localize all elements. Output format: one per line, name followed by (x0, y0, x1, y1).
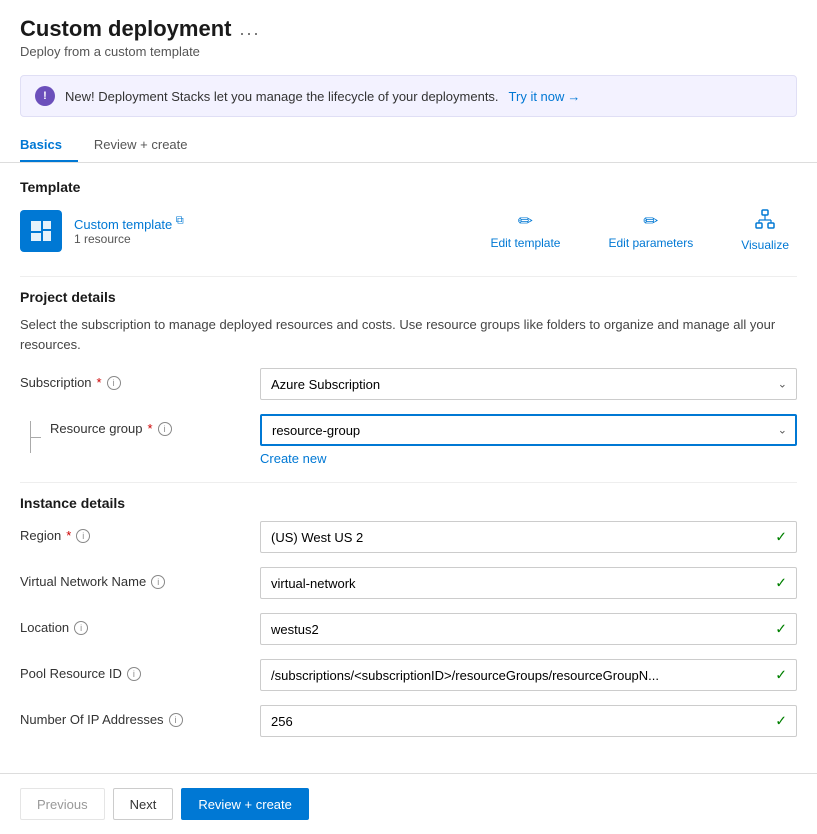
instance-details-title: Instance details (20, 495, 797, 511)
virtual-network-select[interactable]: virtual-network (260, 567, 797, 599)
subscription-info-icon[interactable]: i (107, 376, 121, 390)
resource-group-select-wrapper: resource-group ⌄ (260, 414, 797, 446)
location-label: Location (20, 620, 69, 635)
region-required: * (66, 528, 71, 543)
region-label: Region (20, 528, 61, 543)
pool-resource-id-row: Pool Resource ID i /subscriptions/<subsc… (20, 659, 797, 691)
page-subtitle: Deploy from a custom template (20, 44, 797, 59)
previous-button[interactable]: Previous (20, 788, 105, 820)
virtual-network-checkmark-icon: ✓ (775, 575, 787, 592)
ip-addresses-label: Number Of IP Addresses (20, 712, 164, 727)
template-actions: ✏ Edit template ✏ Edit parameters (482, 205, 797, 256)
divider-2 (20, 482, 797, 483)
ip-addresses-info-icon[interactable]: i (169, 713, 183, 727)
divider-1 (20, 276, 797, 277)
project-details-section: Project details Select the subscription … (20, 289, 797, 466)
region-select[interactable]: (US) West US 2 (260, 521, 797, 553)
page-container: Custom deployment ... Deploy from a cust… (0, 0, 817, 834)
resource-count: 1 resource (74, 232, 184, 246)
resource-group-required: * (148, 421, 153, 436)
subscription-select[interactable]: Azure Subscription (260, 368, 797, 400)
virtual-network-info-icon[interactable]: i (151, 575, 165, 589)
page-title: Custom deployment (20, 16, 231, 42)
resource-group-row: Resource group * i resource-group ⌄ Crea… (20, 414, 797, 466)
edit-template-icon: ✏ (518, 211, 533, 232)
ip-addresses-select-wrapper: 256 ✓ (260, 705, 797, 737)
tab-review-create[interactable]: Review + create (94, 129, 204, 162)
page-ellipsis[interactable]: ... (239, 19, 260, 40)
header-title-row: Custom deployment ... (20, 16, 797, 42)
ip-addresses-control-col: 256 ✓ (260, 705, 797, 737)
virtual-network-label: Virtual Network Name (20, 574, 146, 589)
notif-icon: ! (35, 86, 55, 106)
edit-template-button[interactable]: ✏ Edit template (482, 207, 568, 254)
project-description: Select the subscription to manage deploy… (20, 315, 797, 354)
resource-group-label-col: Resource group * i (20, 414, 260, 453)
instance-details-section: Instance details Region * i (US) West US… (20, 495, 797, 737)
next-button[interactable]: Next (113, 788, 174, 820)
virtual-network-row: Virtual Network Name i virtual-network ✓ (20, 567, 797, 599)
notification-bar: ! New! Deployment Stacks let you manage … (20, 75, 797, 117)
ip-addresses-checkmark-icon: ✓ (775, 713, 787, 730)
resource-group-select[interactable]: resource-group (260, 414, 797, 446)
pool-resource-id-label-col: Pool Resource ID i (20, 659, 260, 681)
subscription-required: * (97, 375, 102, 390)
template-info: Custom template ⧉ 1 resource (20, 210, 184, 252)
project-details-title: Project details (20, 289, 797, 305)
visualize-icon (755, 209, 775, 234)
external-link-icon: ⧉ (176, 215, 184, 227)
ip-addresses-select[interactable]: 256 (260, 705, 797, 737)
ip-addresses-row: Number Of IP Addresses i 256 ✓ (20, 705, 797, 737)
tab-basics[interactable]: Basics (20, 129, 78, 162)
region-checkmark-icon: ✓ (775, 529, 787, 546)
subscription-label: Subscription (20, 375, 92, 390)
template-icon (20, 210, 62, 252)
header: Custom deployment ... Deploy from a cust… (0, 0, 817, 67)
subscription-label-col: Subscription * i (20, 368, 260, 390)
resource-group-control-col: resource-group ⌄ Create new (260, 414, 797, 466)
subscription-control-col: Azure Subscription ⌄ (260, 368, 797, 400)
pool-resource-id-select-wrapper: /subscriptions/<subscriptionID>/resource… (260, 659, 797, 691)
region-info-icon[interactable]: i (76, 529, 90, 543)
template-card: Custom template ⧉ 1 resource ✏ Edit temp… (20, 205, 797, 256)
notification-text: New! Deployment Stacks let you manage th… (65, 89, 499, 104)
template-section-title: Template (20, 179, 797, 195)
pool-resource-id-select[interactable]: /subscriptions/<subscriptionID>/resource… (260, 659, 797, 691)
visualize-button[interactable]: Visualize (733, 205, 797, 256)
location-label-col: Location i (20, 613, 260, 635)
subscription-row: Subscription * i Azure Subscription ⌄ (20, 368, 797, 400)
pool-resource-id-control-col: /subscriptions/<subscriptionID>/resource… (260, 659, 797, 691)
virtual-network-select-wrapper: virtual-network ✓ (260, 567, 797, 599)
template-text: Custom template ⧉ 1 resource (74, 215, 184, 246)
region-control-col: (US) West US 2 ✓ (260, 521, 797, 553)
location-checkmark-icon: ✓ (775, 621, 787, 638)
location-control-col: westus2 ✓ (260, 613, 797, 645)
content-area: Template Custom templ (0, 163, 817, 773)
region-row: Region * i (US) West US 2 ✓ (20, 521, 797, 553)
review-create-button[interactable]: Review + create (181, 788, 309, 820)
footer: Previous Next Review + create (0, 773, 817, 834)
edit-parameters-button[interactable]: ✏ Edit parameters (600, 207, 701, 254)
template-name-link[interactable]: Custom template ⧉ (74, 217, 184, 232)
pool-resource-id-label: Pool Resource ID (20, 666, 122, 681)
pool-resource-id-checkmark-icon: ✓ (775, 667, 787, 684)
virtual-network-control-col: virtual-network ✓ (260, 567, 797, 599)
region-select-wrapper: (US) West US 2 ✓ (260, 521, 797, 553)
notification-link[interactable]: Try it now → (509, 89, 581, 104)
virtual-network-label-col: Virtual Network Name i (20, 567, 260, 589)
resource-group-label: Resource group (50, 421, 143, 436)
pool-resource-id-info-icon[interactable]: i (127, 667, 141, 681)
location-select[interactable]: westus2 (260, 613, 797, 645)
subscription-select-wrapper: Azure Subscription ⌄ (260, 368, 797, 400)
ip-addresses-label-col: Number Of IP Addresses i (20, 705, 260, 727)
region-label-col: Region * i (20, 521, 260, 543)
tabs-bar: Basics Review + create (0, 129, 817, 163)
location-info-icon[interactable]: i (74, 621, 88, 635)
create-new-link[interactable]: Create new (260, 451, 797, 466)
location-select-wrapper: westus2 ✓ (260, 613, 797, 645)
location-row: Location i westus2 ✓ (20, 613, 797, 645)
resource-group-info-icon[interactable]: i (158, 422, 172, 436)
template-section: Template Custom templ (20, 179, 797, 256)
edit-parameters-icon: ✏ (643, 211, 658, 232)
